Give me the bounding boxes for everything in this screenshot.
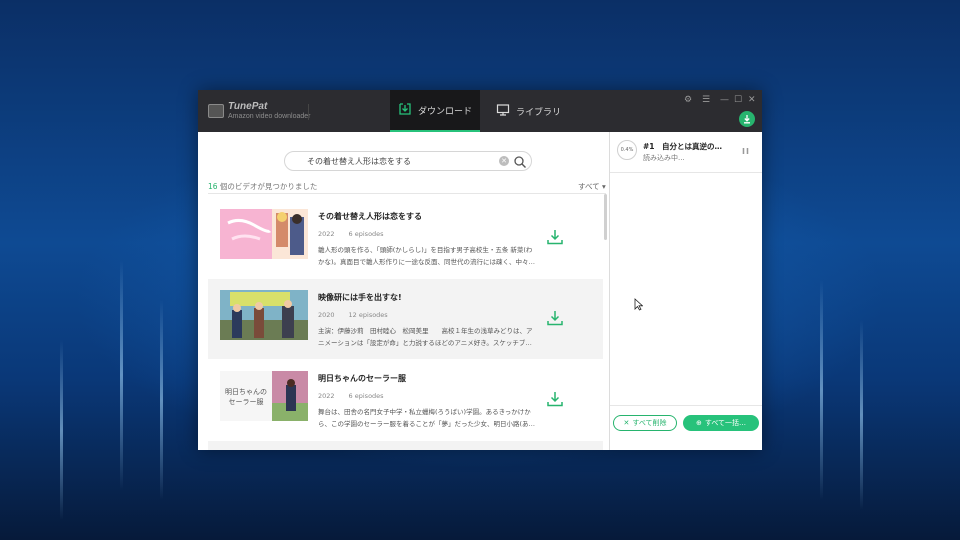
convert-all-button[interactable]: ⊕ すべて一括… (683, 415, 759, 431)
download-tray-icon (398, 102, 412, 119)
video-meta: 2022 6 episodes (318, 392, 384, 400)
list-scrollbar[interactable] (604, 194, 607, 240)
background-streak (60, 340, 63, 520)
download-queue-pane: 0.4% #1 自分とは真逆の… 読み込み中... II ✕ すべて削除 ⊕ す… (609, 132, 762, 450)
tab-download[interactable]: ダウンロード (390, 90, 480, 132)
filter-dropdown[interactable]: すべて ▾ (578, 181, 606, 192)
video-episodes: 6 episodes (348, 230, 384, 238)
result-count: 16 個のビデオが見つかりました (208, 181, 317, 192)
background-streak (120, 260, 123, 490)
video-year: 2020 (318, 311, 335, 319)
circle-play-icon: ⊕ (695, 419, 702, 427)
download-icon[interactable] (546, 390, 564, 408)
queue-footer-divider (610, 405, 762, 406)
queue-task: 0.4% #1 自分とは真逆の… 読み込み中... II (610, 132, 762, 173)
video-meta: 2020 12 episodes (318, 311, 388, 319)
title-bar: TunePat Amazon video downloader ダウンロード ラ… (198, 90, 762, 132)
search-icon[interactable] (513, 154, 527, 168)
clear-all-label: すべて削除 (632, 419, 667, 427)
results-divider (208, 193, 606, 194)
clear-search-icon[interactable]: ✕ (499, 156, 509, 166)
task-title: #1 自分とは真逆の… (643, 142, 723, 151)
app-window: TunePat Amazon video downloader ダウンロード ラ… (198, 90, 762, 450)
minimize-icon[interactable]: — (720, 95, 729, 105)
app-logo-icon (208, 104, 224, 118)
next-item-peek (208, 441, 603, 450)
mouse-cursor-icon (634, 296, 644, 315)
video-item[interactable]: その着せ替え人形は恋をする 2022 6 episodes 雛人形の頭を作る、「頭… (208, 198, 603, 278)
video-thumbnail: 明日ちゃんの セーラー服 (220, 371, 308, 421)
video-episodes: 12 episodes (348, 311, 388, 319)
search-results-pane: その着せ替え人形は恋をする ✕ 16 個のビデオが見つかりました すべて ▾ そ… (198, 132, 609, 450)
video-thumbnail (220, 290, 308, 340)
download-icon[interactable] (546, 228, 564, 246)
close-icon: ✕ (623, 419, 630, 427)
pause-icon[interactable]: II (742, 147, 750, 156)
video-title[interactable]: その着せ替え人形は恋をする (318, 211, 422, 222)
download-queue-icon[interactable] (739, 111, 755, 127)
video-meta: 2022 6 episodes (318, 230, 384, 238)
clear-all-button[interactable]: ✕ すべて削除 (613, 415, 677, 431)
title-divider (308, 104, 309, 120)
maximize-icon[interactable]: ☐ (734, 95, 742, 105)
thumbnail-title-text: 明日ちゃんの セーラー服 (225, 388, 267, 406)
video-item[interactable]: 明日ちゃんの セーラー服 明日ちゃんのセーラー服 2022 6 episodes … (208, 360, 603, 440)
result-count-number: 16 (208, 182, 218, 191)
background-streak (160, 300, 163, 500)
convert-all-label: すべて一括… (704, 419, 747, 427)
video-item[interactable]: 映像研には手を出すな! 2020 12 episodes 主演：伊藤沙莉 田村睦心… (208, 279, 603, 359)
search-input[interactable]: その着せ替え人形は恋をする (307, 156, 411, 167)
tab-library[interactable]: ライブラリ (496, 90, 566, 132)
video-description: 雛人形の頭を作る、「頭師(かしらし)」を目指す男子高校生・五条 新菜(わかな)。… (318, 246, 536, 266)
video-description: 舞台は、田舎の名門女子中学・私立蠟梅(ろうばい)学園。あるきっかけから、この学園… (318, 408, 536, 428)
app-subtitle: Amazon video downloader (228, 113, 311, 120)
video-title[interactable]: 映像研には手を出すな! (318, 292, 402, 303)
background-streak (820, 280, 823, 500)
video-episodes: 6 episodes (348, 392, 384, 400)
task-status: 読み込み中... (643, 154, 685, 162)
download-icon[interactable] (546, 309, 564, 327)
progress-ring: 0.4% (617, 140, 637, 160)
tab-download-label: ダウンロード (417, 106, 472, 117)
video-list: その着せ替え人形は恋をする 2022 6 episodes 雛人形の頭を作る、「頭… (208, 198, 603, 450)
background-streak (860, 320, 863, 510)
video-thumbnail (220, 209, 308, 259)
close-icon[interactable]: ✕ (748, 95, 756, 105)
tab-library-label: ライブラリ (516, 107, 562, 118)
video-title[interactable]: 明日ちゃんのセーラー服 (318, 373, 406, 384)
result-count-label: 個のビデオが見つかりました (217, 182, 318, 191)
video-description: 主演：伊藤沙莉 田村睦心 松岡美里 高校１年生の浅草みどりは、アニメーションは「… (318, 327, 533, 347)
video-year: 2022 (318, 392, 335, 400)
video-year: 2022 (318, 230, 335, 238)
monitor-icon (496, 103, 510, 120)
app-name: TunePat (228, 101, 268, 112)
menu-icon[interactable]: ☰ (702, 95, 710, 105)
settings-gear-icon[interactable]: ⚙ (684, 95, 692, 105)
search-bar: その着せ替え人形は恋をする ✕ (284, 151, 532, 171)
